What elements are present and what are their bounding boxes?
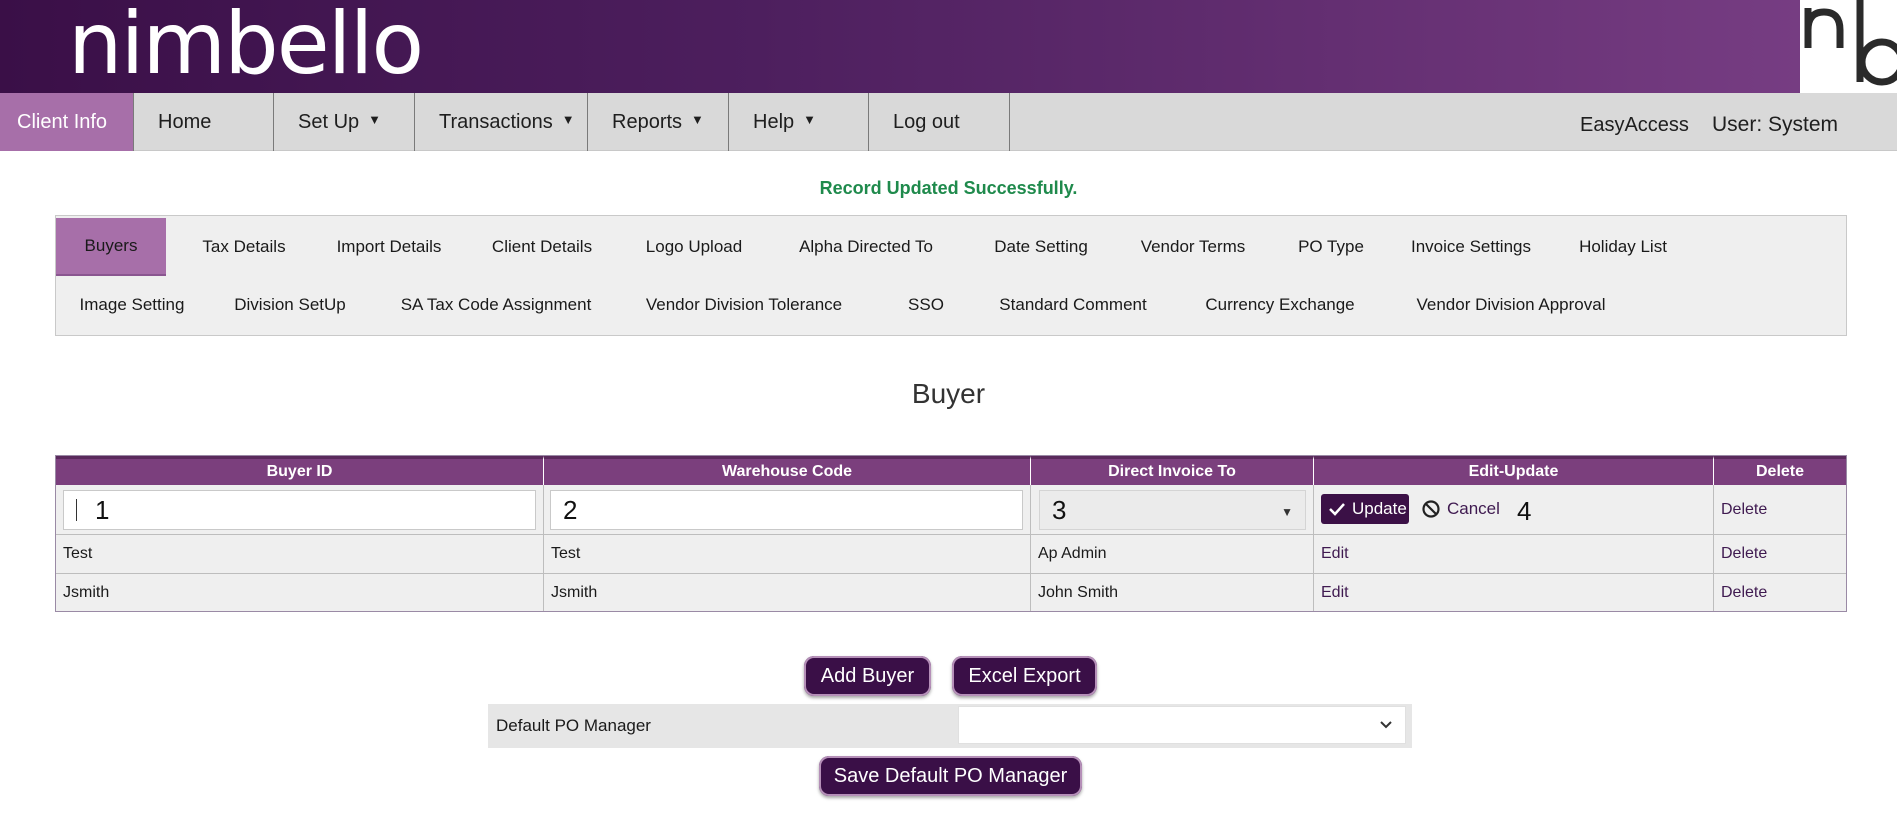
cancel-button[interactable]: Cancel bbox=[1421, 494, 1500, 524]
caret-down-icon: ▼ bbox=[561, 111, 575, 127]
nav-home[interactable]: Home bbox=[134, 93, 274, 151]
nav-set-up[interactable]: Set Up ▼ bbox=[274, 93, 415, 151]
app-header: nimbello bbox=[0, 0, 1897, 94]
delete-link[interactable]: Delete bbox=[1714, 574, 1846, 611]
cancel-label: Cancel bbox=[1447, 499, 1500, 518]
nav-reports[interactable]: Reports ▼ bbox=[588, 93, 729, 151]
tab-alpha-directed-to[interactable]: Alpha Directed To bbox=[786, 218, 946, 276]
dropdown-arrow-icon: ▼ bbox=[1281, 505, 1293, 519]
check-icon bbox=[1329, 503, 1345, 516]
tab-holiday-list[interactable]: Holiday List bbox=[1568, 218, 1678, 276]
nav-label: Home bbox=[158, 110, 212, 133]
tab-image-setting[interactable]: Image Setting bbox=[76, 276, 188, 334]
caret-down-icon: ▼ bbox=[803, 111, 817, 127]
select-value: 3 bbox=[1052, 494, 1067, 525]
column-header-delete: Delete bbox=[1714, 456, 1846, 485]
success-message: Record Updated Successfully. bbox=[819, 178, 1078, 198]
table-cell-buyer-id: Jsmith bbox=[56, 574, 544, 611]
tab-logo-upload[interactable]: Logo Upload bbox=[632, 218, 756, 276]
tab-client-details[interactable]: Client Details bbox=[480, 218, 604, 276]
column-header-buyer-id[interactable]: Buyer ID bbox=[56, 456, 544, 485]
default-po-manager-row: Default PO Manager bbox=[488, 704, 1412, 748]
chevron-down-icon bbox=[1380, 721, 1392, 729]
default-po-manager-select[interactable] bbox=[958, 706, 1406, 744]
tab-vendor-division-tolerance[interactable]: Vendor Division Tolerance bbox=[646, 276, 842, 334]
nav-label: Transactions bbox=[439, 110, 553, 133]
buyer-id-value: 1 bbox=[95, 494, 110, 525]
tab-sa-tax-code-assignment[interactable]: SA Tax Code Assignment bbox=[401, 276, 592, 334]
nav-label: Reports bbox=[612, 110, 683, 133]
update-button[interactable]: Update bbox=[1321, 494, 1409, 524]
table-cell-warehouse-code: Jsmith bbox=[544, 574, 1031, 611]
tab-standard-comment[interactable]: Standard Comment bbox=[998, 276, 1148, 334]
table-cell-buyer-id: Test bbox=[56, 535, 544, 574]
add-buyer-button[interactable]: Add Buyer bbox=[804, 656, 931, 696]
tab-currency-exchange[interactable]: Currency Exchange bbox=[1205, 276, 1354, 334]
nimbello-logo: nimbello bbox=[68, 0, 424, 94]
tab-po-type[interactable]: PO Type bbox=[1291, 218, 1371, 276]
delete-link[interactable]: Delete bbox=[1714, 535, 1846, 574]
nav-client-info[interactable]: Client Info bbox=[0, 93, 134, 151]
tab-sso[interactable]: SSO bbox=[906, 276, 946, 334]
text-cursor bbox=[76, 499, 77, 521]
user-label: User: System bbox=[1712, 113, 1839, 136]
tab-invoice-settings[interactable]: Invoice Settings bbox=[1406, 218, 1536, 276]
edit-link[interactable]: Edit bbox=[1314, 535, 1714, 574]
page-title: Buyer bbox=[911, 378, 986, 409]
corner-logo-icon bbox=[1800, 0, 1897, 93]
nav-label: Client Info bbox=[17, 110, 108, 133]
direct-invoice-to-select[interactable]: 3 ▼ bbox=[1039, 490, 1306, 530]
tab-date-setting[interactable]: Date Setting bbox=[981, 218, 1101, 276]
default-po-manager-label: Default PO Manager bbox=[496, 716, 651, 735]
excel-export-button[interactable]: Excel Export bbox=[952, 656, 1097, 696]
nav-label: Help bbox=[753, 110, 795, 133]
tab-vendor-terms[interactable]: Vendor Terms bbox=[1131, 218, 1255, 276]
nav-help[interactable]: Help ▼ bbox=[729, 93, 869, 151]
warehouse-code-input[interactable]: 2 bbox=[550, 490, 1023, 530]
column-header-warehouse-code[interactable]: Warehouse Code bbox=[544, 456, 1031, 485]
nav-transactions[interactable]: Transactions ▼ bbox=[415, 93, 588, 151]
caret-down-icon: ▼ bbox=[368, 111, 382, 127]
buyer-id-input[interactable]: 1 bbox=[63, 490, 536, 530]
edit-link[interactable]: Edit bbox=[1314, 574, 1714, 611]
ban-icon bbox=[1422, 500, 1440, 518]
tab-vendor-division-approval[interactable]: Vendor Division Approval bbox=[1411, 276, 1611, 334]
update-label: Update bbox=[1352, 499, 1407, 518]
tab-buyers[interactable]: Buyers bbox=[56, 218, 166, 276]
nav-log-out[interactable]: Log out bbox=[869, 93, 1010, 151]
easy-access-link[interactable]: EasyAccess bbox=[1580, 93, 1689, 151]
save-default-po-manager-button[interactable]: Save Default PO Manager bbox=[819, 756, 1082, 796]
column-header-direct-invoice-to[interactable]: Direct Invoice To bbox=[1031, 456, 1314, 485]
tab-import-details[interactable]: Import Details bbox=[324, 218, 454, 276]
table-cell-warehouse-code: Test bbox=[544, 535, 1031, 574]
tab-tax-details[interactable]: Tax Details bbox=[184, 218, 304, 276]
table-cell-direct-invoice-to: John Smith bbox=[1031, 574, 1314, 611]
buyer-grid: Buyer ID Warehouse Code Direct Invoice T… bbox=[55, 455, 1847, 612]
nav-label: Set Up bbox=[298, 110, 360, 133]
column-header-edit-update: Edit-Update bbox=[1314, 456, 1714, 485]
settings-tabs: Buyers Tax Details Import Details Client… bbox=[55, 215, 1847, 336]
caret-down-icon: ▼ bbox=[691, 111, 704, 127]
nav-label: Log out bbox=[893, 110, 960, 133]
table-cell-direct-invoice-to: Ap Admin bbox=[1031, 535, 1314, 574]
delete-link[interactable]: Delete bbox=[1714, 485, 1846, 535]
edit-row-marker: 4 bbox=[1517, 496, 1532, 526]
main-nav: Client Info Home Set Up ▼ Transactions ▼… bbox=[0, 93, 1897, 151]
tab-division-setup[interactable]: Division SetUp bbox=[234, 276, 346, 334]
